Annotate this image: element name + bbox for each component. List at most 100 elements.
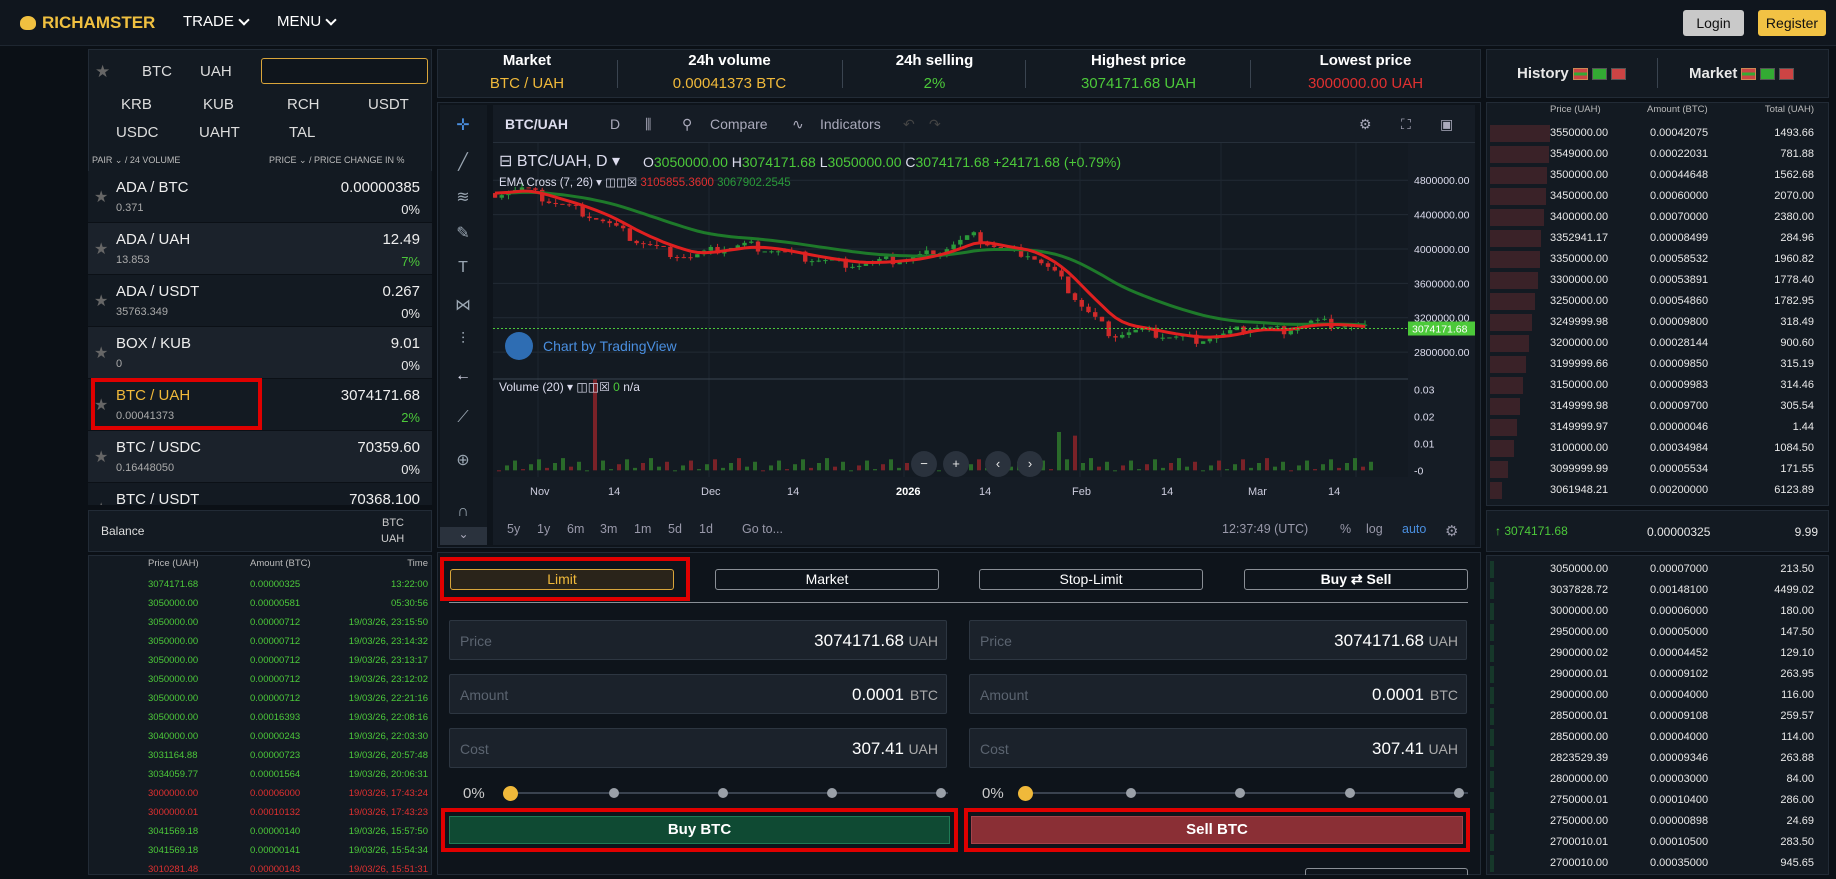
trendline-icon[interactable]: ╱ bbox=[452, 152, 474, 174]
sell-price-field[interactable]: Price 3074171.68 UAH bbox=[969, 620, 1467, 660]
zoom-in-button[interactable]: + bbox=[943, 451, 969, 477]
pair-row[interactable]: ★ ADA / UAH 13.853 12.49 7% bbox=[88, 223, 432, 275]
auto-toggle[interactable]: auto bbox=[1402, 522, 1426, 536]
measure-icon[interactable]: ⫶ bbox=[452, 331, 474, 353]
pair-row[interactable]: ★ BTC / USDT 70368.100 bbox=[88, 483, 432, 506]
slider-knob[interactable] bbox=[1018, 786, 1033, 801]
tab-limit[interactable]: Limit bbox=[450, 569, 674, 590]
ask-row[interactable]: 3149999.98 0.00009700 305.54 bbox=[1490, 396, 1820, 417]
currency-tab-uaht[interactable]: UAHT bbox=[199, 124, 240, 141]
ruler-icon[interactable]: ⟋ bbox=[452, 409, 474, 431]
price-column-header[interactable]: PRICE ⌄ / PRICE CHANGE IN % bbox=[269, 155, 405, 166]
nav-trade[interactable]: TRADE bbox=[183, 13, 250, 30]
tab-market[interactable]: Market bbox=[715, 569, 939, 590]
star-icon[interactable]: ★ bbox=[94, 239, 108, 259]
range-6m[interactable]: 6m bbox=[567, 522, 584, 536]
logo[interactable]: RICHAMSTER bbox=[20, 13, 155, 33]
ask-row[interactable]: 3249999.98 0.00009800 318.49 bbox=[1490, 312, 1820, 333]
ask-row[interactable]: 3549000.00 0.00022031 781.88 bbox=[1490, 144, 1820, 165]
range-1d[interactable]: 1d bbox=[699, 522, 713, 536]
bid-row[interactable]: 2750000.01 0.00010400 286.00 bbox=[1490, 790, 1820, 811]
currency-tab-usdt[interactable]: USDT bbox=[368, 96, 409, 113]
sell-percent-slider[interactable] bbox=[1018, 783, 1468, 803]
star-icon[interactable]: ★ bbox=[94, 447, 108, 467]
ema-label[interactable]: EMA Cross (7, 26) bbox=[499, 177, 593, 189]
slider-step[interactable] bbox=[718, 788, 728, 798]
scroll-right-button[interactable]: › bbox=[1017, 451, 1043, 477]
arrow-left-icon[interactable]: ← bbox=[452, 367, 474, 389]
star-icon[interactable]: ★ bbox=[95, 62, 110, 82]
buy-cost-field[interactable]: Cost 307.41 UAH bbox=[449, 728, 947, 768]
bid-row[interactable]: 2800000.00 0.00003000 84.00 bbox=[1490, 769, 1820, 790]
collapse-toolbar-icon[interactable]: ⌄ bbox=[440, 527, 487, 545]
ask-row[interactable]: 3150000.00 0.00009983 314.46 bbox=[1490, 375, 1820, 396]
star-icon[interactable]: ★ bbox=[94, 343, 108, 363]
slider-step[interactable] bbox=[827, 788, 837, 798]
pair-row[interactable]: ★ ADA / USDT 35763.349 0.267 0% bbox=[88, 275, 432, 327]
bid-row[interactable]: 2900000.02 0.00004452 129.10 bbox=[1490, 643, 1820, 664]
bid-row[interactable]: 2950000.00 0.00005000 147.50 bbox=[1490, 622, 1820, 643]
time-axis[interactable]: Nov 14 Dec 14 2026 14 Feb 14 Mar 14 bbox=[493, 477, 1408, 503]
brush-icon[interactable]: ✎ bbox=[452, 223, 474, 245]
pattern-icon[interactable]: ⋈ bbox=[452, 295, 474, 317]
buy-btc-button[interactable]: Buy BTC bbox=[449, 816, 950, 844]
slider-step[interactable] bbox=[1126, 788, 1136, 798]
snapshot-icon[interactable]: ▣ bbox=[1440, 116, 1453, 133]
slider-step[interactable] bbox=[1235, 788, 1245, 798]
fullscreen-icon[interactable]: ⛶ bbox=[1401, 116, 1411, 133]
pair-row[interactable]: ★ ADA / BTC 0.371 0.00000385 0% bbox=[88, 171, 432, 223]
book-view-icon[interactable] bbox=[1741, 68, 1757, 81]
price-plot[interactable]: ⊟ BTC/UAH, D ▾ O3050000.00 H3074171.68 L… bbox=[492, 143, 1408, 477]
scroll-left-button[interactable]: ‹ bbox=[985, 451, 1011, 477]
compare-icon[interactable]: ⚲ bbox=[682, 116, 692, 133]
slider-step[interactable] bbox=[936, 788, 946, 798]
bid-row[interactable]: 2850000.00 0.00004000 114.00 bbox=[1490, 727, 1820, 748]
log-toggle[interactable]: log bbox=[1366, 522, 1383, 536]
currency-tab-tal[interactable]: TAL bbox=[289, 124, 315, 141]
sell-btc-button[interactable]: Sell BTC bbox=[971, 816, 1463, 844]
ask-row[interactable]: 3200000.00 0.00028144 900.60 bbox=[1490, 333, 1820, 354]
pair-row[interactable]: ★ BTC / USDC 0.16448050 70359.60 0% bbox=[88, 431, 432, 483]
redo-icon[interactable]: ↷ bbox=[929, 116, 941, 133]
zoom-out-button[interactable]: − bbox=[911, 451, 937, 477]
currency-tab-btc[interactable]: BTC bbox=[142, 63, 172, 80]
star-icon[interactable]: ★ bbox=[94, 499, 108, 505]
fib-icon[interactable]: ≋ bbox=[452, 187, 474, 209]
ask-row[interactable]: 3100000.00 0.00034984 1084.50 bbox=[1490, 438, 1820, 459]
bid-row[interactable]: 3000000.00 0.00006000 180.00 bbox=[1490, 601, 1820, 622]
bid-row[interactable]: 2900000.00 0.00004000 116.00 bbox=[1490, 685, 1820, 706]
chart-interval[interactable]: D bbox=[610, 116, 620, 132]
ask-row[interactable]: 3352941.17 0.00008499 284.96 bbox=[1490, 228, 1820, 249]
tab-stop-limit[interactable]: Stop-Limit bbox=[979, 569, 1203, 590]
bid-row[interactable]: 2850000.01 0.00009108 259.57 bbox=[1490, 706, 1820, 727]
indicators-button[interactable]: Indicators bbox=[820, 116, 881, 132]
ask-row[interactable]: 3149999.97 0.00000046 1.44 bbox=[1490, 417, 1820, 438]
currency-tab-usdc[interactable]: USDC bbox=[116, 124, 159, 141]
ask-row[interactable]: 3099999.99 0.00005534 171.55 bbox=[1490, 459, 1820, 480]
bid-row[interactable]: 2700010.01 0.00010500 283.50 bbox=[1490, 832, 1820, 853]
price-axis[interactable]: 4800000.00 4400000.00 4000000.00 3600000.00… bbox=[1408, 143, 1475, 477]
chart-settings-icon[interactable]: ⚙ bbox=[1445, 522, 1458, 540]
register-button[interactable]: Register bbox=[1758, 10, 1826, 36]
star-icon[interactable]: ★ bbox=[94, 187, 108, 207]
chart-symbol[interactable]: BTC/UAH bbox=[505, 116, 568, 132]
ask-row[interactable]: 3350000.00 0.00058532 1960.82 bbox=[1490, 249, 1820, 270]
book-sell-view-icon[interactable] bbox=[1610, 68, 1626, 81]
compare-button[interactable]: Compare bbox=[710, 116, 768, 132]
undo-icon[interactable]: ↶ bbox=[903, 116, 915, 133]
history-tab[interactable]: History bbox=[1517, 65, 1626, 82]
bid-row[interactable]: 3050000.00 0.00007000 213.50 bbox=[1490, 559, 1820, 580]
range-1m[interactable]: 1m bbox=[634, 522, 651, 536]
ask-row[interactable]: 3550000.00 0.00042075 1493.66 bbox=[1490, 123, 1820, 144]
ask-row[interactable]: 3199999.66 0.00009850 315.19 bbox=[1490, 354, 1820, 375]
range-5d[interactable]: 5d bbox=[668, 522, 682, 536]
bid-row[interactable]: 2900000.01 0.00009102 263.95 bbox=[1490, 664, 1820, 685]
book-sell-view-icon[interactable] bbox=[1779, 68, 1795, 81]
range-1y[interactable]: 1y bbox=[537, 522, 550, 536]
currency-tab-krb[interactable]: KRB bbox=[121, 96, 152, 113]
buy-amount-field[interactable]: Amount 0.0001 BTC bbox=[449, 674, 947, 714]
market-tab[interactable]: Market bbox=[1689, 65, 1795, 82]
pair-column-header[interactable]: PAIR ⌄ / 24 VOLUME bbox=[92, 155, 180, 166]
slider-step[interactable] bbox=[609, 788, 619, 798]
star-icon[interactable]: ★ bbox=[94, 291, 108, 311]
